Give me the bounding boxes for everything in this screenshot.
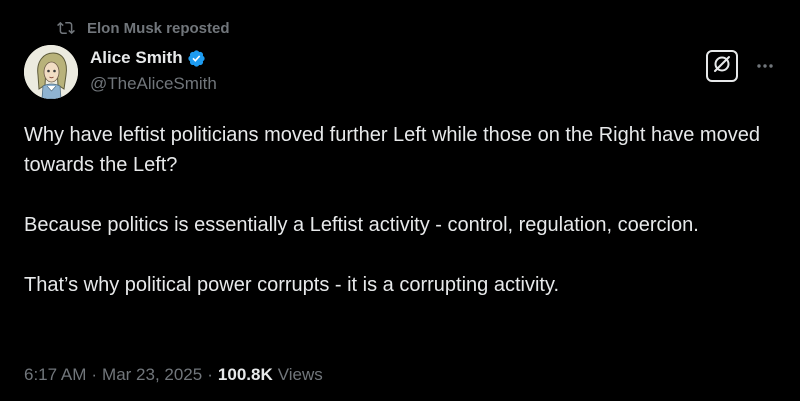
- repost-icon: [57, 19, 75, 37]
- repost-header[interactable]: Elon Musk reposted: [57, 17, 230, 39]
- grok-button[interactable]: [706, 50, 738, 82]
- meta-separator: ·: [207, 365, 213, 384]
- tweet-paragraph: That’s why political power corrupts - it…: [24, 274, 560, 296]
- meta-separator: ·: [91, 365, 98, 384]
- views-count[interactable]: 100.8K: [218, 365, 273, 385]
- repost-label: Elon Musk reposted: [87, 19, 230, 37]
- author-name-row: Alice Smith: [90, 46, 217, 70]
- author-block: Alice Smith @TheAliceSmith: [90, 46, 217, 94]
- tweet-time[interactable]: 6:17 AM: [24, 365, 86, 385]
- tweet-paragraph: Because politics is essentially a Leftis…: [24, 214, 699, 236]
- views-label: Views: [277, 365, 323, 384]
- verified-badge-icon[interactable]: [187, 49, 206, 68]
- more-options-button[interactable]: [752, 52, 778, 78]
- grok-icon: [712, 54, 732, 79]
- tweet-paragraph: Why have leftist politicians moved furth…: [24, 124, 760, 176]
- more-icon: [756, 56, 774, 74]
- avatar[interactable]: [24, 45, 78, 99]
- author-handle[interactable]: @TheAliceSmith: [90, 74, 217, 94]
- avatar-image: [24, 45, 78, 99]
- tweet-meta: 6:17 AM · Mar 23, 2025 · 100.8K Views: [24, 363, 323, 387]
- author-display-name[interactable]: Alice Smith: [90, 48, 183, 68]
- tweet-date[interactable]: Mar 23, 2025: [102, 365, 202, 385]
- tweet-text: Why have leftist politicians moved furth…: [24, 120, 776, 300]
